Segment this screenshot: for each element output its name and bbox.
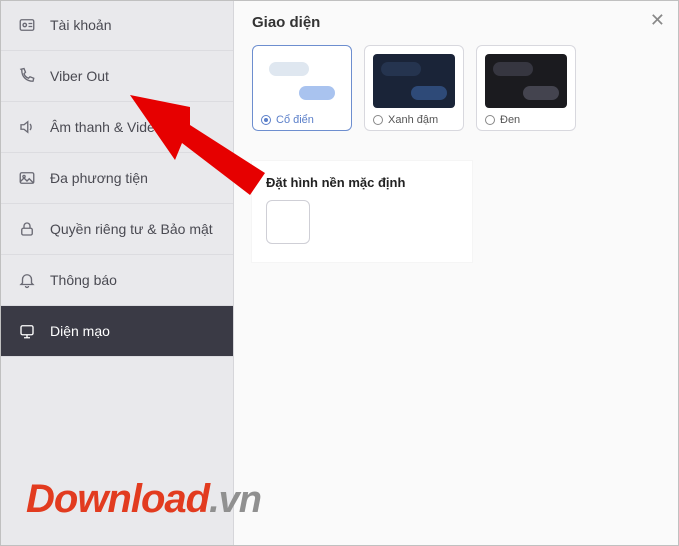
sidebar-item-account[interactable]: Tài khoản [0,0,233,51]
bell-icon [18,271,36,289]
sidebar-item-appearance[interactable]: Diện mạo [0,306,233,357]
close-button[interactable]: ✕ [650,10,665,31]
sidebar-item-privacy[interactable]: Quyền riêng tư & Bảo mật [0,204,233,255]
sidebar-item-media[interactable]: Đa phương tiện [0,153,233,204]
sidebar-item-label: Thông báo [50,272,117,288]
theme-black[interactable]: Đen [476,45,576,131]
sidebar-item-label: Diện mạo [50,323,110,339]
radio-icon [261,115,271,125]
theme-preview-classic [261,54,343,108]
media-icon [18,169,36,187]
phone-icon [18,67,36,85]
lock-icon [18,220,36,238]
theme-classic[interactable]: Cổ điển [252,45,352,131]
sidebar-item-viber-out[interactable]: Viber Out [0,51,233,102]
theme-preview-black [485,54,567,108]
wallpaper-section: Đặt hình nền mặc định [252,161,472,262]
watermark-part2: .vn [209,479,261,521]
radio-icon [373,115,383,125]
theme-label: Đen [500,114,520,126]
sidebar-item-label: Tài khoản [50,17,111,33]
appearance-icon [18,322,36,340]
speaker-icon [18,118,36,136]
watermark-part1: Download [26,477,209,521]
radio-icon [485,115,495,125]
theme-options: Cổ điển Xanh đậm Đen [252,45,661,131]
watermark: Download.vn [26,477,261,522]
sidebar-item-audio-video[interactable]: Âm thanh & Video [0,102,233,153]
wallpaper-title: Đặt hình nền mặc định [266,175,458,190]
main-panel: ✕ Giao diện Cổ điển Xanh đậm [234,0,679,546]
theme-preview-darkblue [373,54,455,108]
sidebar-item-label: Đa phương tiện [50,170,148,186]
close-icon: ✕ [650,10,665,30]
section-title: Giao diện [252,14,661,31]
sidebar-item-label: Viber Out [50,68,109,84]
sidebar-item-label: Quyền riêng tư & Bảo mật [50,221,213,237]
settings-sidebar: Tài khoản Viber Out Âm thanh & Video Đa … [0,0,234,546]
sidebar-item-notifications[interactable]: Thông báo [0,255,233,306]
theme-dark-blue[interactable]: Xanh đậm [364,45,464,131]
sidebar-item-label: Âm thanh & Video [50,119,163,135]
account-icon [18,16,36,34]
theme-label: Xanh đậm [388,114,438,126]
theme-label: Cổ điển [276,114,314,126]
wallpaper-default-swatch[interactable] [266,200,310,244]
